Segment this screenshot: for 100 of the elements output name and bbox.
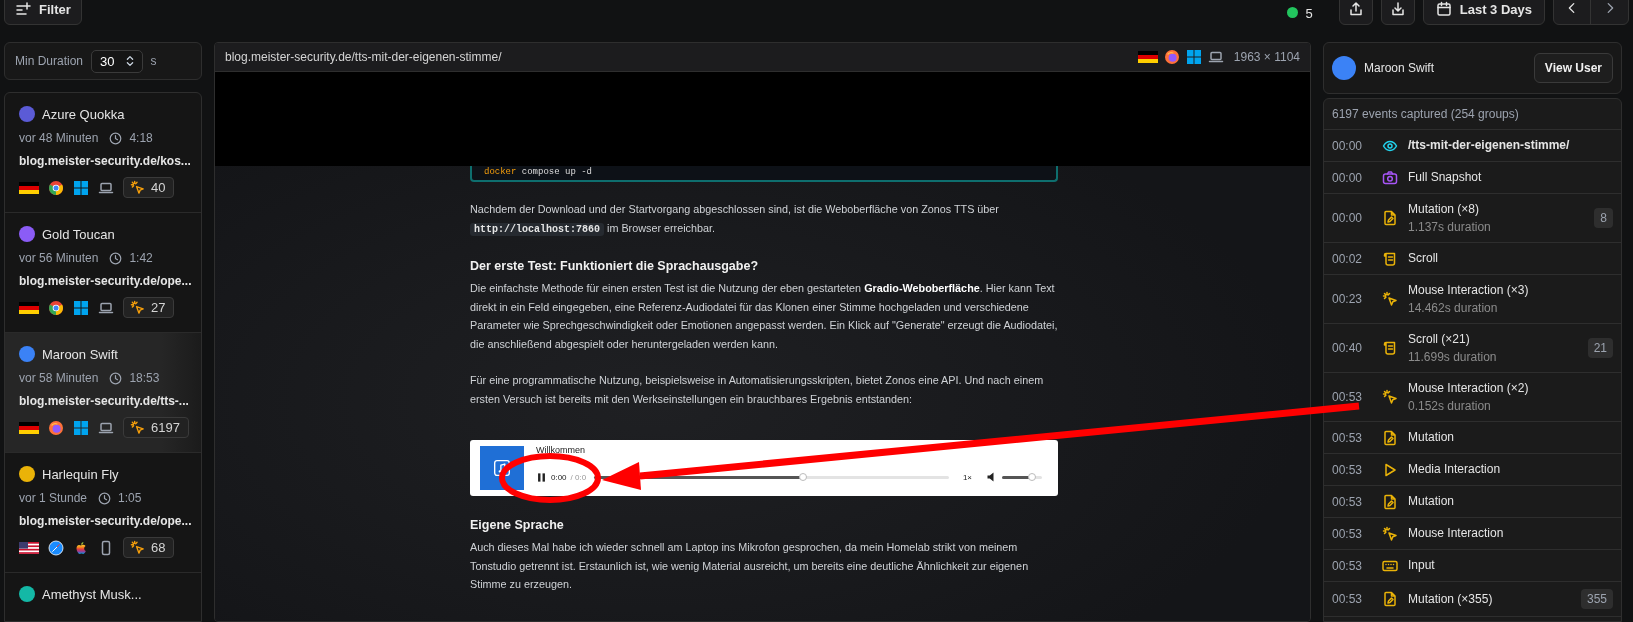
session-item[interactable]: Gold Toucan vor 56 Minuten 1:42 blog.meister-security.de/ope... 27 <box>5 213 201 333</box>
event-item[interactable]: 00:02 Scroll <box>1324 243 1621 275</box>
volume-slider[interactable] <box>1002 475 1042 479</box>
event-title: Scroll <box>1408 250 1439 267</box>
document-edit-icon <box>1382 493 1398 510</box>
event-duration: 0.152s duration <box>1408 399 1492 414</box>
share-button[interactable] <box>1338 0 1373 25</box>
event-title: Mutation <box>1408 429 1456 446</box>
compass-icon <box>48 539 64 556</box>
session-age: vor 1 Stunde <box>19 491 88 505</box>
browser-icon <box>1163 49 1180 65</box>
event-item[interactable]: 00:00 Full Snapshot <box>1324 162 1621 194</box>
session-age: vor 58 Minuten <box>19 371 99 385</box>
event-item[interactable]: 00:53 Mutation (×355) 355 <box>1324 582 1621 617</box>
browser-icon <box>48 419 64 436</box>
session-duration: 1:05 <box>118 491 142 505</box>
event-title: Mouse Interaction (×2) <box>1408 380 1530 397</box>
event-title: Mutation (×355) <box>1408 590 1494 608</box>
resolution: 1963 × 1104 <box>1233 50 1300 64</box>
status-dot-icon <box>1286 7 1298 18</box>
session-url: blog.meister-security.de/tts-... <box>19 394 187 408</box>
event-time: 00:53 <box>1332 462 1364 477</box>
page-url: blog.meister-security.de/tts-mit-der-eigenen-stimme/ <box>225 50 502 64</box>
paragraph: Auch dieses Mal habe ich wieder schnell am Laptop ins Mikrofon gesprochen, da mein Homelab strikt von meinem Tonstudio getrennt ist. Erstaunlich ist, wie wenig Material ausreicht, um bereits eine deutliche Ähnlichkeit zur eigenen Stimme zu erzeugen. <box>470 540 1030 592</box>
current-time: 0:00 <box>551 472 567 482</box>
session-item[interactable]: Harlequin Fly vor 1 Stunde 1:05 blog.meister-security.de/ope... 68 <box>5 453 201 573</box>
event-time: 00:23 <box>1332 292 1364 306</box>
event-duration: 14.462s duration <box>1408 301 1499 316</box>
section-heading: Der erste Test: Funktioniert die Sprachausgabe? <box>470 259 760 273</box>
clock-icon <box>98 491 112 505</box>
view-user-button[interactable]: View User <box>1533 53 1613 83</box>
session-name: Harlequin Fly <box>42 466 119 482</box>
user-name: Maroon Swift <box>1364 61 1435 75</box>
session-item[interactable]: Amethyst Musk... <box>5 573 201 621</box>
session-duration: 1:42 <box>129 251 153 265</box>
event-item[interactable]: 00:53 Mouse Interaction <box>1324 518 1621 550</box>
min-duration-field[interactable]: 30 <box>91 49 143 73</box>
flag-icon <box>1137 51 1158 63</box>
event-item[interactable]: 00:00 Mutation (×8) 1.137s duration 8 <box>1324 194 1621 243</box>
windows-icon <box>1185 49 1202 65</box>
event-count: 27 <box>151 300 166 315</box>
paragraph: Für eine programmatische Nutzung, beispielsweise in Automatisierungsskripten, bietet Zonos eine API. Und nach einem ersten Versuch ist bereits mit den Werkseinstellungen ein brauchbares Ergebnis entstanden: <box>470 373 1045 407</box>
event-item[interactable]: 00:00 /tts-mit-der-eigenen-stimme/ <box>1324 130 1621 162</box>
clock-icon <box>109 131 123 145</box>
count-badge: 21 <box>1587 338 1613 358</box>
event-time: 00:40 <box>1332 341 1364 355</box>
event-item[interactable]: 00:53 Media Interaction <box>1324 454 1621 486</box>
session-item[interactable]: Azure Quokka vor 48 Minuten 4:18 blog.meister-security.de/kos... 40 <box>5 93 201 213</box>
session-item[interactable]: Maroon Swift vor 58 Minuten 18:53 blog.meister-security.de/tts-... 6197 <box>5 333 201 453</box>
event-duration: 1.137s duration <box>1408 220 1492 235</box>
section-heading: Eigene Sprache <box>470 518 565 532</box>
scroll-icon <box>1382 340 1398 356</box>
document-edit-icon <box>1382 429 1398 446</box>
playback-speed[interactable]: 1× <box>962 472 972 482</box>
event-item[interactable]: 00:40 Scroll (×21) 11.699s duration 21 <box>1324 324 1621 373</box>
cursor-click-icon <box>130 540 145 555</box>
event-title: Mutation (×8) <box>1408 201 1481 218</box>
event-item[interactable]: 00:53 Mouse Interaction (×2) 0.152s duration <box>1324 373 1621 422</box>
laptop-icon <box>1207 49 1224 65</box>
pause-button[interactable] <box>536 471 547 483</box>
event-title: Input <box>1408 557 1436 574</box>
windows-icon <box>73 419 89 436</box>
music-note-icon <box>493 459 511 477</box>
live-count: 5 <box>1305 6 1313 21</box>
min-duration-label: Min Duration <box>15 54 84 68</box>
event-item[interactable]: 00:53 Mutation <box>1324 422 1621 454</box>
session-age: vor 48 Minuten <box>19 131 99 145</box>
cursor-click-icon <box>130 420 145 435</box>
event-duration: 11.699s duration <box>1408 350 1498 365</box>
share-icon <box>1347 1 1364 17</box>
unit-label: s <box>150 54 157 68</box>
date-range-button[interactable]: Last 3 Days <box>1422 0 1545 25</box>
event-time: 00:53 <box>1332 430 1364 445</box>
event-summary: 6197 events captured (254 groups) <box>1324 99 1621 130</box>
browser-icon <box>48 179 64 196</box>
session-duration: 4:18 <box>129 131 153 145</box>
session-name: Amethyst Musk... <box>42 586 142 602</box>
event-item[interactable]: 00:53 Input <box>1324 550 1621 582</box>
event-time: 00:53 <box>1332 390 1364 404</box>
filter-button[interactable]: Filter <box>4 0 82 25</box>
session-age: vor 56 Minuten <box>19 251 99 265</box>
track-title: Willkommen <box>536 445 585 455</box>
session-duration: 18:53 <box>129 371 160 385</box>
pause-icon <box>536 471 547 483</box>
cursor-click-icon <box>130 180 145 195</box>
total-time: / 0:0 <box>570 472 587 482</box>
event-item[interactable]: 00:23 Mouse Interaction (×3) 14.462s duration <box>1324 275 1621 324</box>
count-badge: 8 <box>1594 208 1613 228</box>
calendar-icon <box>1435 1 1452 17</box>
event-item[interactable]: 00:53 Mutation <box>1324 486 1621 518</box>
event-time: 00:53 <box>1332 494 1364 509</box>
event-title: Scroll (×21) <box>1408 331 1471 348</box>
camera-icon <box>1382 169 1398 186</box>
event-title: Full Snapshot <box>1408 169 1483 186</box>
event-time: 00:53 <box>1332 592 1364 606</box>
event-title: Mouse Interaction (×3) <box>1408 282 1530 299</box>
browser-icon <box>48 299 64 316</box>
cursor-click-icon <box>1382 389 1398 405</box>
event-title: Media Interaction <box>1408 461 1502 478</box>
download-button[interactable] <box>1380 0 1415 25</box>
